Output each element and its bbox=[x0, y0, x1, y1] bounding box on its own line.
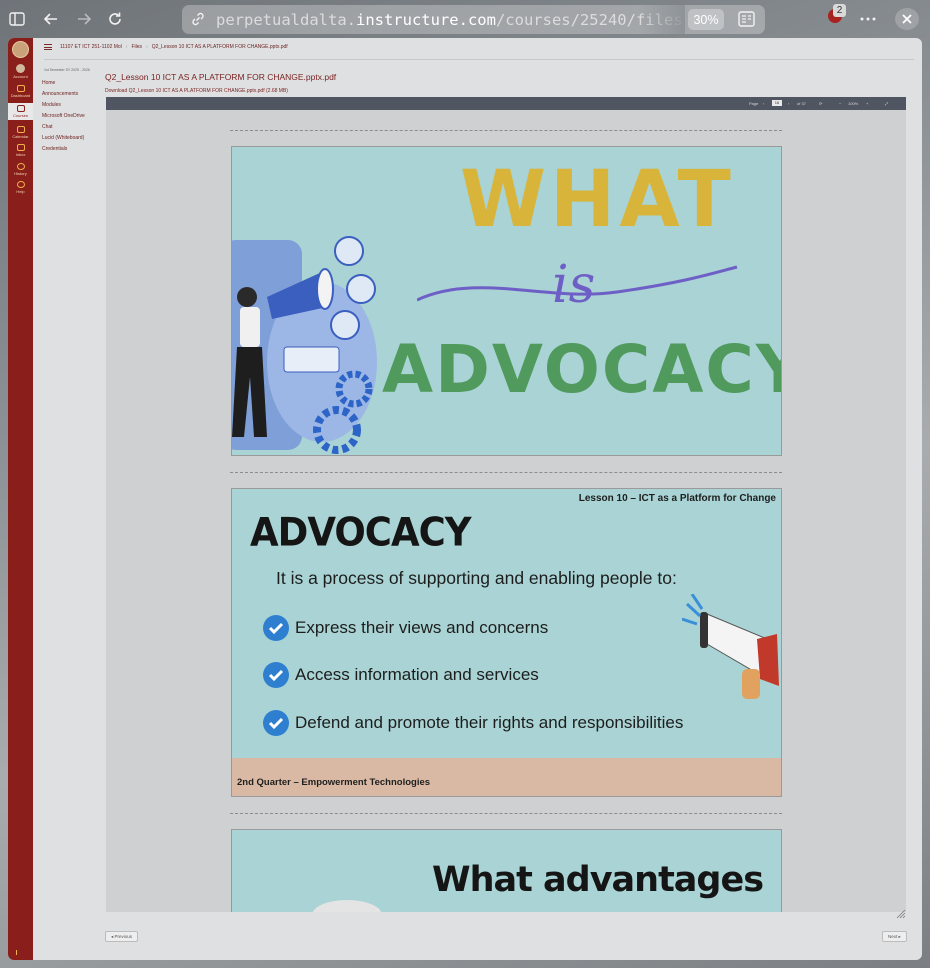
hamburger-icon[interactable] bbox=[44, 44, 52, 50]
calendar-icon bbox=[16, 126, 25, 133]
split-view-panel: Account Dashboard Courses Calendar Inbox… bbox=[8, 38, 922, 960]
megaphone-icon bbox=[682, 594, 779, 699]
course-nav-onedrive[interactable]: Microsoft OneDrive bbox=[42, 111, 102, 122]
list-item: Defend and promote their rights and resp… bbox=[262, 709, 683, 737]
course-nav: Home Announcements Modules Microsoft One… bbox=[42, 78, 102, 155]
page-total: of 37 bbox=[797, 101, 806, 106]
zoom-out-icon[interactable]: − bbox=[839, 101, 841, 106]
close-icon[interactable] bbox=[895, 8, 919, 30]
dashboard-icon bbox=[16, 85, 25, 92]
term-label: 1st Semester SY 2025 - 2026 bbox=[44, 68, 90, 72]
reader-mode-icon[interactable] bbox=[738, 11, 755, 32]
check-badge-icon bbox=[263, 615, 289, 641]
header-divider bbox=[44, 59, 914, 60]
list-item: Express their views and concerns bbox=[262, 614, 548, 642]
rotate-icon[interactable]: ⟳ bbox=[819, 101, 822, 106]
slide-footer-band: 2nd Quarter – Empowerment Technologies bbox=[232, 758, 781, 796]
page-separator bbox=[230, 130, 782, 131]
more-menu-icon[interactable] bbox=[857, 8, 879, 30]
global-nav-courses[interactable]: Courses bbox=[8, 103, 33, 120]
slide-title: What advantages bbox=[432, 860, 764, 900]
slide-word-advocacy: ADVOCACY? bbox=[382, 331, 781, 408]
reload-icon[interactable] bbox=[104, 8, 126, 30]
global-nav-label: Calendar bbox=[12, 134, 29, 139]
browser-toolbar: perpetualdalta. instructure.com/courses/2… bbox=[0, 0, 930, 38]
course-nav-modules[interactable]: Modules bbox=[42, 100, 102, 111]
pdf-zoom-value[interactable]: 100% bbox=[848, 101, 858, 106]
slide-advocacy-definition: Lesson 10 – ICT as a Platform for Change… bbox=[231, 488, 782, 797]
previous-button[interactable]: ◂ Previous bbox=[105, 931, 139, 942]
global-nav-history[interactable]: History bbox=[8, 163, 33, 176]
global-nav-label: History bbox=[14, 171, 27, 176]
breadcrumb: 11107 ET ICT 251-1102 Mol › Files › Q2_L… bbox=[44, 44, 288, 50]
global-nav-label: Dashboard bbox=[10, 93, 31, 98]
pdf-toolbar: Page ‹ 16 › of 37 ⟳ − 100% + ⤢ bbox=[106, 97, 906, 110]
page-title: Q2_Lesson 10 ICT AS A PLATFORM FOR CHANG… bbox=[105, 72, 337, 82]
url-fade bbox=[640, 5, 685, 34]
course-nav-announcements[interactable]: Announcements bbox=[42, 89, 102, 100]
course-nav-credentials[interactable]: Credentials bbox=[42, 144, 102, 155]
global-nav-inbox[interactable]: Inbox bbox=[8, 144, 33, 157]
back-icon[interactable] bbox=[40, 8, 62, 30]
pdf-viewer[interactable]: Page ‹ 16 › of 37 ⟳ − 100% + ⤢ WHAT is A… bbox=[106, 97, 906, 912]
help-icon bbox=[16, 181, 25, 188]
bullet-text: Express their views and concerns bbox=[295, 618, 549, 637]
inbox-icon bbox=[16, 144, 25, 151]
page-label: Page bbox=[749, 101, 759, 106]
global-nav-account[interactable]: Account bbox=[8, 64, 33, 79]
resize-handle-icon[interactable] bbox=[896, 906, 906, 919]
download-link[interactable]: Download Q2_Lesson 10 ICT AS A PLATFORM … bbox=[105, 88, 288, 94]
global-nav-label: Courses bbox=[13, 113, 28, 118]
slide-footer: 2nd Quarter – Empowerment Technologies bbox=[237, 777, 431, 788]
fullscreen-icon[interactable]: ⤢ bbox=[885, 101, 888, 106]
global-nav-label: Account bbox=[13, 74, 28, 79]
collapse-nav-icon[interactable] bbox=[16, 950, 23, 955]
zoom-indicator[interactable]: 30% bbox=[688, 9, 724, 30]
list-item: Access information and services bbox=[262, 661, 539, 689]
institution-logo[interactable] bbox=[12, 41, 29, 58]
breadcrumb-course[interactable]: 11107 ET ICT 251-1102 Mol bbox=[60, 44, 122, 50]
courses-icon bbox=[16, 105, 25, 112]
cloud-shape bbox=[312, 900, 382, 912]
slide-subtitle: It is a process of supporting and enabli… bbox=[276, 568, 677, 588]
sidebar-toggle-icon[interactable] bbox=[6, 8, 28, 30]
course-nav-home[interactable]: Home bbox=[42, 78, 102, 89]
slide-word-what: WHAT bbox=[460, 155, 735, 245]
slide-header: Lesson 10 – ICT as a Platform for Change bbox=[578, 493, 776, 504]
global-nav-label: Inbox bbox=[15, 152, 26, 157]
course-nav-lucid[interactable]: Lucid (Whiteboard) bbox=[42, 133, 102, 144]
global-nav: Account Dashboard Courses Calendar Inbox… bbox=[8, 38, 33, 960]
next-page-icon[interactable]: › bbox=[788, 101, 789, 106]
bullet-text: Access information and services bbox=[295, 665, 539, 684]
url-host: instructure.com bbox=[355, 10, 496, 29]
forward-icon[interactable] bbox=[73, 8, 95, 30]
slide-what-advantages: What advantages bbox=[231, 829, 782, 912]
page-input[interactable]: 16 bbox=[772, 100, 782, 106]
check-badge-icon bbox=[263, 710, 289, 736]
global-nav-help[interactable]: Help bbox=[8, 181, 33, 194]
global-nav-calendar[interactable]: Calendar bbox=[8, 126, 33, 139]
slide-what-is-advocacy: WHAT is ADVOCACY? bbox=[231, 146, 782, 456]
next-button[interactable]: Next ▸ bbox=[882, 931, 907, 942]
slide-title: ADVOCACY bbox=[250, 509, 472, 556]
site-info-icon[interactable] bbox=[190, 11, 206, 32]
slide-word-is: is bbox=[552, 255, 596, 315]
breadcrumb-files[interactable]: Files bbox=[131, 44, 142, 50]
extension-count: 2 bbox=[833, 4, 846, 17]
page-separator bbox=[230, 472, 782, 473]
global-nav-label: Help bbox=[16, 189, 25, 194]
url-prefix: perpetualdalta. bbox=[216, 10, 356, 29]
check-badge-icon bbox=[263, 662, 289, 688]
zoom-in-icon[interactable]: + bbox=[866, 101, 868, 106]
history-icon bbox=[16, 163, 25, 170]
prev-page-icon[interactable]: ‹ bbox=[763, 101, 764, 106]
breadcrumb-file: Q2_Lesson 10 ICT AS A PLATFORM FOR CHANG… bbox=[151, 44, 288, 50]
global-nav-dashboard[interactable]: Dashboard bbox=[8, 85, 33, 98]
page-separator bbox=[230, 813, 782, 814]
avatar bbox=[16, 64, 25, 73]
course-nav-chat[interactable]: Chat bbox=[42, 122, 102, 133]
bullet-text: Defend and promote their rights and resp… bbox=[295, 713, 684, 732]
